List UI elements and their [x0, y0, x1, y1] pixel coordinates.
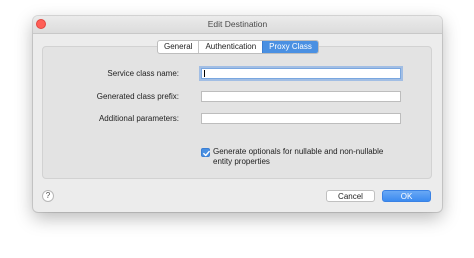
tab-authentication[interactable]: Authentication — [198, 41, 262, 53]
additional-parameters-label: Additional parameters: — [98, 114, 179, 123]
cancel-button[interactable]: Cancel — [326, 190, 375, 202]
edit-destination-dialog: Edit Destination General Authentication … — [33, 16, 442, 212]
tab-general[interactable]: General — [158, 41, 198, 53]
service-class-name-input[interactable] — [201, 68, 401, 79]
text-caret — [204, 70, 205, 77]
generate-optionals-checkbox[interactable] — [201, 148, 210, 157]
generated-class-prefix-input[interactable] — [201, 91, 401, 102]
tab-bar: General Authentication Proxy Class — [157, 40, 319, 54]
generate-optionals-label: Generate optionals for nullable and non-… — [213, 147, 384, 166]
additional-parameters-input[interactable] — [201, 113, 401, 124]
proxy-class-panel: Service class name: Generated class pref… — [42, 46, 432, 179]
checkmark-icon — [203, 150, 210, 157]
help-button[interactable]: ? — [42, 190, 54, 202]
tab-proxy-class[interactable]: Proxy Class — [262, 41, 318, 53]
title-bar: Edit Destination — [33, 16, 442, 34]
ok-button[interactable]: OK — [382, 190, 431, 202]
dialog-title: Edit Destination — [207, 19, 268, 29]
service-class-name-label: Service class name: — [107, 69, 179, 78]
generated-class-prefix-label: Generated class prefix: — [96, 92, 179, 101]
